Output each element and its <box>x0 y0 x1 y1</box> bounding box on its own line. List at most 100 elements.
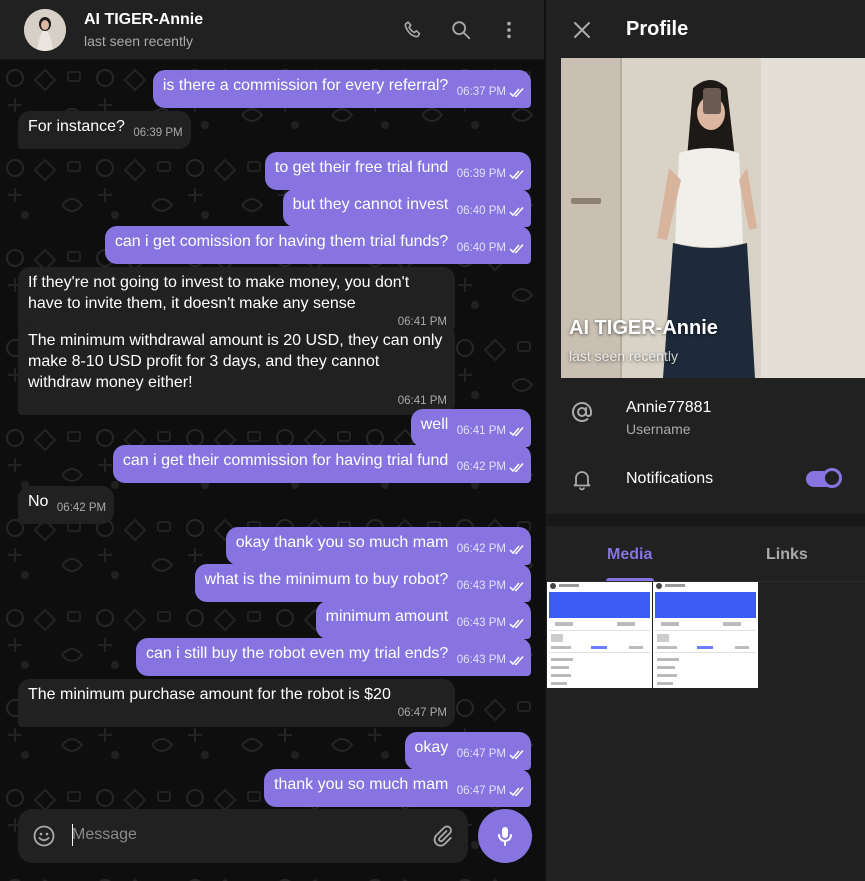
message-text: can i get their commission for having tr… <box>122 452 449 469</box>
message-time: 06:42 PM <box>456 461 506 473</box>
search-icon[interactable] <box>449 18 473 42</box>
bell-icon <box>573 471 591 491</box>
contact-status: last seen recently <box>84 33 193 49</box>
message-incoming[interactable]: The minimum purchase amount for the robo… <box>18 679 455 727</box>
double-check-icon <box>509 787 524 797</box>
username-label: Username <box>626 421 691 437</box>
at-sign-icon <box>572 401 592 422</box>
profile-photo[interactable]: AI TIGER-Annie last seen recently <box>561 58 865 378</box>
message-time: 06:40 PM <box>456 242 506 254</box>
notifications-label: Notifications <box>626 470 714 487</box>
contact-name[interactable]: AI TIGER-Annie <box>84 11 203 29</box>
message-meta: 06:47 PM <box>457 744 525 765</box>
active-tab-indicator <box>606 578 654 581</box>
message-time: 06:42 PM <box>56 502 107 514</box>
message-time: 06:47 PM <box>456 748 506 760</box>
message-text: The minimum withdrawal amount is 20 USD,… <box>28 332 443 391</box>
message-outgoing[interactable]: can i get their commission for having tr… <box>112 445 531 483</box>
username-value: Annie77881 <box>626 399 712 416</box>
message-text: what is the minimum to buy robot? <box>204 571 449 588</box>
profile-title: Profile <box>626 18 689 40</box>
message-time: 06:47 PM <box>397 707 447 719</box>
more-vertical-icon[interactable] <box>497 18 521 42</box>
double-check-icon <box>509 244 524 254</box>
message-time: 06:42 PM <box>456 543 506 555</box>
message-meta: 06:39 PM <box>457 164 525 185</box>
message-text: is there a commission for every referral… <box>162 77 449 94</box>
contact-avatar[interactable] <box>24 9 66 51</box>
voice-record-button[interactable] <box>478 809 532 863</box>
message-text: can i still buy the robot even my trial … <box>145 645 449 662</box>
double-check-icon <box>509 545 524 555</box>
message-meta: 06:42 PM <box>457 457 525 478</box>
message-text: to get their free trial fund <box>274 159 449 176</box>
double-check-icon <box>509 656 524 666</box>
username-row[interactable]: Annie77881 Username <box>546 378 865 448</box>
media-thumbnail[interactable] <box>547 582 652 688</box>
message-input[interactable]: Message <box>72 826 137 844</box>
double-check-icon <box>509 427 524 437</box>
message-outgoing[interactable]: but they cannot invest 06:40 PM <box>282 189 531 227</box>
tab-media[interactable]: Media <box>607 546 652 564</box>
message-outgoing[interactable]: okay 06:47 PM <box>404 732 531 770</box>
profile-name: AI TIGER-Annie <box>569 317 718 339</box>
message-meta: 06:47 PM <box>457 781 525 802</box>
chat-header: AI TIGER-Annie last seen recently <box>0 0 544 60</box>
message-incoming[interactable]: No 06:42 PM <box>18 486 115 524</box>
message-outgoing[interactable]: to get their free trial fund 06:39 PM <box>264 152 531 190</box>
message-composer[interactable]: Message <box>18 809 468 863</box>
phone-icon[interactable] <box>401 18 425 42</box>
toggle-knob <box>822 468 842 488</box>
message-meta: 06:39 PM <box>133 123 182 144</box>
message-meta: 06:40 PM <box>457 238 525 259</box>
close-icon[interactable] <box>570 18 594 42</box>
message-outgoing[interactable]: can i get comission for having them tria… <box>104 226 531 264</box>
message-outgoing[interactable]: minimum amount 06:43 PM <box>315 601 531 639</box>
message-time: 06:37 PM <box>456 86 506 98</box>
message-text: okay thank you so much mam <box>235 534 449 551</box>
message-meta: 06:40 PM <box>457 201 525 222</box>
message-meta: 06:42 PM <box>457 539 525 560</box>
message-outgoing[interactable]: well 06:41 PM <box>410 409 531 447</box>
message-meta: 06:43 PM <box>457 650 525 671</box>
message-outgoing[interactable]: can i still buy the robot even my trial … <box>135 638 531 676</box>
tab-links[interactable]: Links <box>766 546 808 564</box>
microphone-icon <box>498 827 512 846</box>
message-outgoing[interactable]: what is the minimum to buy robot? 06:43 … <box>194 564 531 602</box>
message-text: well <box>420 416 449 433</box>
notifications-toggle[interactable] <box>806 468 842 488</box>
message-text: okay <box>414 739 449 756</box>
message-outgoing[interactable]: okay thank you so much mam 06:42 PM <box>225 527 531 565</box>
message-time: 06:43 PM <box>456 580 506 592</box>
profile-status: last seen recently <box>569 348 678 364</box>
message-time: 06:47 PM <box>456 785 506 797</box>
screenshot-thumbnail-image <box>653 582 758 688</box>
notifications-row[interactable]: Notifications <box>546 448 865 508</box>
profile-panel: Profile AI TIGER-Annie last seen recentl… <box>545 0 865 881</box>
message-text: can i get comission for having them tria… <box>114 233 449 250</box>
message-text: No <box>28 493 49 510</box>
double-check-icon <box>509 619 524 629</box>
attach-icon[interactable] <box>430 824 454 848</box>
message-time: 06:39 PM <box>456 168 506 180</box>
message-text: The minimum purchase amount for the robo… <box>28 686 391 703</box>
message-text: thank you so much mam <box>274 776 449 793</box>
message-time: 06:41 PM <box>456 425 506 437</box>
message-text: minimum amount <box>325 608 449 625</box>
double-check-icon <box>509 750 524 760</box>
message-outgoing[interactable]: thank you so much mam 06:47 PM <box>264 769 531 807</box>
media-thumbnail[interactable] <box>653 582 758 688</box>
message-meta: 06:43 PM <box>457 613 525 634</box>
message-time: 06:40 PM <box>456 205 506 217</box>
double-check-icon <box>509 582 524 592</box>
message-time: 06:43 PM <box>456 617 506 629</box>
message-time: 06:39 PM <box>133 127 183 139</box>
emoji-icon[interactable] <box>32 824 56 848</box>
media-grid <box>546 582 865 881</box>
message-meta: 06:41 PM <box>457 421 525 442</box>
message-incoming[interactable]: The minimum withdrawal amount is 20 USD,… <box>18 325 455 415</box>
message-outgoing[interactable]: is there a commission for every referral… <box>152 70 531 108</box>
message-text: but they cannot invest <box>292 196 449 213</box>
message-meta: 06:42 PM <box>57 498 106 519</box>
message-incoming[interactable]: For instance? 06:39 PM <box>18 111 191 149</box>
